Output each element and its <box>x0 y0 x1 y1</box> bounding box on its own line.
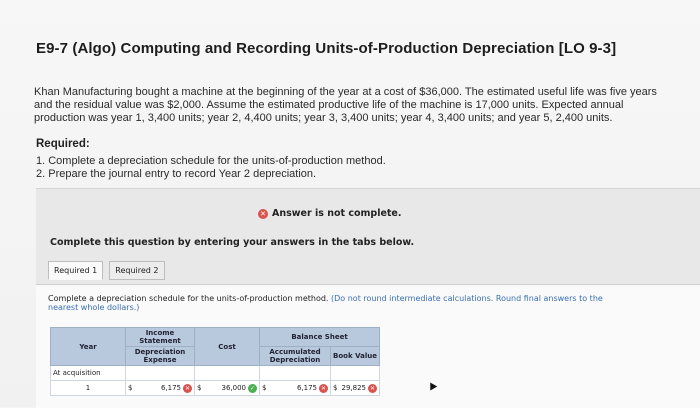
accum-input[interactable] <box>259 365 331 381</box>
currency-symbol: $ <box>128 384 133 392</box>
directions-text: Complete a depreciation schedule for the… <box>48 294 608 312</box>
accum-value: 6,175 <box>296 384 317 392</box>
year-cell: At acquisition <box>50 365 126 381</box>
instruction-text: Complete this question by entering your … <box>50 237 415 248</box>
currency-symbol: $ <box>197 384 202 392</box>
incorrect-icon: ✕ <box>368 383 377 393</box>
requirement-item: 1. Complete a depreciation schedule for … <box>36 155 386 167</box>
header-balance-sheet: Balance Sheet <box>259 327 380 347</box>
directions-main: Complete a depreciation schedule for the… <box>48 294 329 303</box>
table-row: 1 $6,175 ✕ $36,000 ✓ $6,175 ✕ $29,825 ✕ <box>50 380 380 396</box>
dep-exp-input[interactable] <box>125 365 195 381</box>
book-value-input[interactable]: $29,825 ✕ <box>330 380 380 396</box>
incorrect-icon: ✕ <box>319 383 328 393</box>
header-book-value: Book Value <box>330 346 380 366</box>
book-value-input[interactable] <box>330 365 380 381</box>
depreciation-schedule-table: Year Income Statement Cost Balance Sheet… <box>50 327 380 396</box>
page: E9-7 (Algo) Computing and Recording Unit… <box>0 0 700 408</box>
required-heading: Required: <box>36 138 90 150</box>
book-value: 29,825 <box>341 384 367 392</box>
requirements-list: 1. Complete a depreciation schedule for … <box>36 155 386 181</box>
incorrect-icon: ✕ <box>183 383 192 393</box>
requirement-item: 2. Prepare the journal entry to record Y… <box>36 168 317 180</box>
tab-required-1[interactable]: Required 1 <box>48 261 104 280</box>
tab-bar: Required 1 Required 2 <box>48 261 165 280</box>
status-text: Answer is not complete. <box>272 208 402 219</box>
cost-value: 36,000 <box>221 384 247 392</box>
cost-input[interactable]: $36,000 ✓ <box>194 380 260 396</box>
currency-symbol: $ <box>262 384 267 392</box>
problem-text: Khan Manufacturing bought a machine at t… <box>34 86 657 124</box>
correct-icon: ✓ <box>248 383 257 393</box>
accum-input[interactable]: $6,175 ✕ <box>259 380 331 396</box>
header-cost: Cost <box>194 327 260 366</box>
dep-exp-value: 6,175 <box>160 384 181 392</box>
header-income-statement: Income Statement <box>125 327 195 347</box>
cost-input[interactable] <box>194 365 260 381</box>
year-cell: 1 <box>50 380 126 396</box>
header-depreciation-expense: Depreciation Expense <box>125 346 195 366</box>
tab-required-2[interactable]: Required 2 <box>109 261 165 280</box>
currency-symbol: $ <box>333 384 338 392</box>
page-title: E9-7 (Algo) Computing and Recording Unit… <box>36 40 617 57</box>
header-year: Year <box>50 327 126 366</box>
x-circle-icon: ✕ <box>258 208 268 219</box>
dep-exp-input[interactable]: $6,175 ✕ <box>125 380 195 396</box>
table-row: At acquisition <box>50 365 380 381</box>
answer-status: ✕ Answer is not complete. <box>258 208 402 219</box>
header-accumulated-depreciation: Accumulated Depreciation <box>259 346 331 366</box>
